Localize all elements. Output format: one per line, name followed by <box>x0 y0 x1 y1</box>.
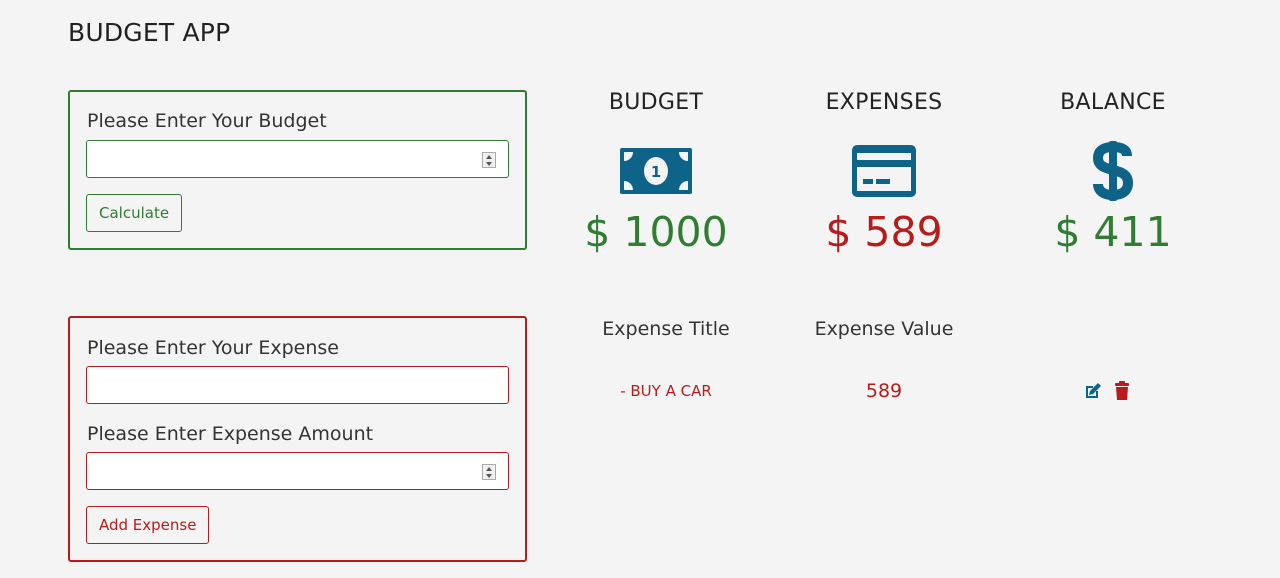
svg-text:1: 1 <box>651 163 661 181</box>
budget-input[interactable] <box>86 140 509 178</box>
budget-spinner[interactable] <box>482 152 496 168</box>
add-expense-button[interactable]: Add Expense <box>86 506 210 544</box>
expenses-summary: EXPENSES $ 589 <box>774 90 994 256</box>
expense-form: Please Enter Your Expense Please Enter E… <box>68 316 527 562</box>
budget-amount: $ 1000 <box>584 208 728 256</box>
expense-amount-input[interactable] <box>86 452 509 490</box>
budget-form: Please Enter Your Budget Calculate <box>68 90 527 250</box>
expenses-summary-title: EXPENSES <box>825 90 943 115</box>
budget-summary-title: BUDGET <box>608 90 704 115</box>
expense-row-title: - BUY A CAR <box>620 382 712 400</box>
expense-row-actions <box>1083 381 1133 401</box>
balance-summary-title: BALANCE <box>1060 90 1166 115</box>
calculate-button[interactable]: Calculate <box>86 194 183 232</box>
app-title: BUDGET APP <box>68 18 231 47</box>
expenses-amount: $ 589 <box>825 208 943 256</box>
spinner-down-icon[interactable] <box>486 473 492 478</box>
expense-title-input[interactable] <box>86 366 509 404</box>
edit-icon[interactable] <box>1083 381 1103 401</box>
money-bill-icon: 1 <box>546 140 766 202</box>
spinner-down-icon[interactable] <box>486 161 492 166</box>
column-header-value: Expense Value <box>814 318 954 340</box>
expense-amount-spinner[interactable] <box>482 464 496 480</box>
trash-icon[interactable] <box>1113 381 1133 401</box>
column-header-title: Expense Title <box>602 318 730 340</box>
expense-amount-label: Please Enter Expense Amount <box>87 423 374 445</box>
dollar-sign-icon <box>1003 140 1223 202</box>
budget-summary: BUDGET 1 $ 1000 <box>546 90 766 256</box>
expense-title-label: Please Enter Your Expense <box>87 337 339 359</box>
credit-card-icon <box>774 140 994 202</box>
spinner-up-icon[interactable] <box>486 466 492 471</box>
expense-row-value: 589 <box>865 380 903 402</box>
budget-label: Please Enter Your Budget <box>87 110 327 132</box>
spinner-up-icon[interactable] <box>486 154 492 159</box>
balance-amount: $ 411 <box>1054 208 1172 256</box>
balance-summary: BALANCE $ 411 <box>1003 90 1223 256</box>
